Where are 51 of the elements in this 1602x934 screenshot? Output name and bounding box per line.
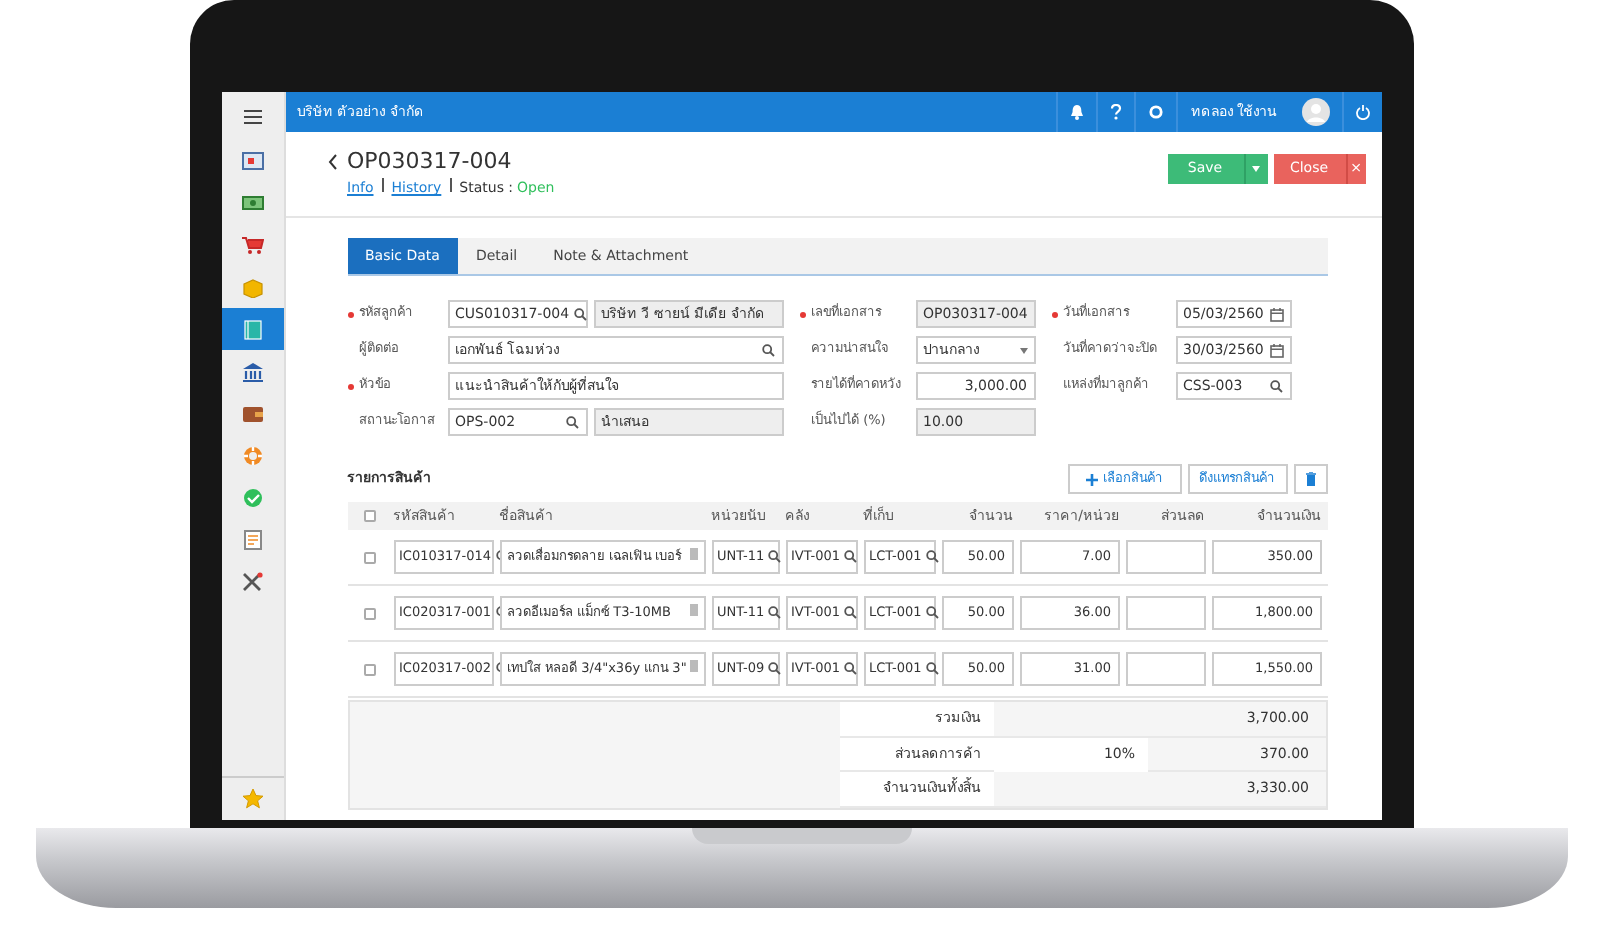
search-icon: [768, 606, 783, 620]
star-icon[interactable]: [241, 788, 263, 810]
input-field[interactable]: [1125, 652, 1205, 686]
search-icon: [573, 307, 588, 321]
scrollbar-thumb: [689, 548, 697, 560]
search-icon: [844, 550, 858, 564]
search-icon: [925, 662, 940, 676]
save-dropdown-button[interactable]: [1243, 154, 1267, 184]
trash-icon: [1305, 472, 1315, 486]
document-number: OP030317-004: [347, 148, 512, 174]
search-icon: [925, 606, 940, 620]
banknote-icon[interactable]: [241, 193, 263, 213]
caret-icon: [1252, 166, 1260, 172]
delete-button[interactable]: [1293, 464, 1327, 494]
calendar-icon: [1269, 307, 1283, 321]
search-icon: [768, 662, 783, 676]
back-icon[interactable]: [327, 153, 337, 169]
power-icon[interactable]: [1355, 104, 1369, 120]
caret-icon: [1019, 347, 1027, 353]
calendar-icon: [1269, 343, 1283, 357]
avatar-icon[interactable]: [1301, 98, 1329, 126]
presentation-icon[interactable]: [241, 151, 263, 171]
book-icon[interactable]: [241, 319, 263, 339]
wallet-icon[interactable]: [241, 403, 263, 423]
search-icon: [925, 550, 940, 564]
lifebuoy-icon[interactable]: [241, 445, 263, 465]
select-all-checkbox[interactable]: [364, 510, 376, 522]
tools-icon[interactable]: [241, 571, 263, 591]
search-icon: [768, 550, 783, 564]
search-icon: [761, 343, 775, 357]
scrollbar-thumb: [689, 604, 697, 616]
row-checkbox[interactable]: [364, 663, 376, 675]
input-field[interactable]: [1125, 596, 1205, 630]
check-circle-icon[interactable]: [241, 487, 263, 507]
menu-icon[interactable]: [243, 109, 261, 123]
row-checkbox[interactable]: [364, 607, 376, 619]
help-icon[interactable]: [1110, 104, 1123, 120]
bank-icon[interactable]: [241, 361, 263, 381]
scrollbar-thumb: [690, 660, 699, 672]
bell-icon[interactable]: [1070, 104, 1085, 120]
settings-icon[interactable]: [1148, 104, 1165, 120]
search-icon: [565, 415, 579, 429]
row-checkbox[interactable]: [364, 551, 376, 563]
search-icon: [844, 662, 858, 676]
input-field[interactable]: [1125, 540, 1205, 574]
document-icon[interactable]: [241, 529, 263, 549]
box-icon[interactable]: [241, 277, 263, 297]
search-icon: [1269, 379, 1283, 393]
plus-icon: [1085, 473, 1097, 485]
cart-icon[interactable]: [241, 235, 263, 255]
search-icon: [844, 606, 858, 620]
